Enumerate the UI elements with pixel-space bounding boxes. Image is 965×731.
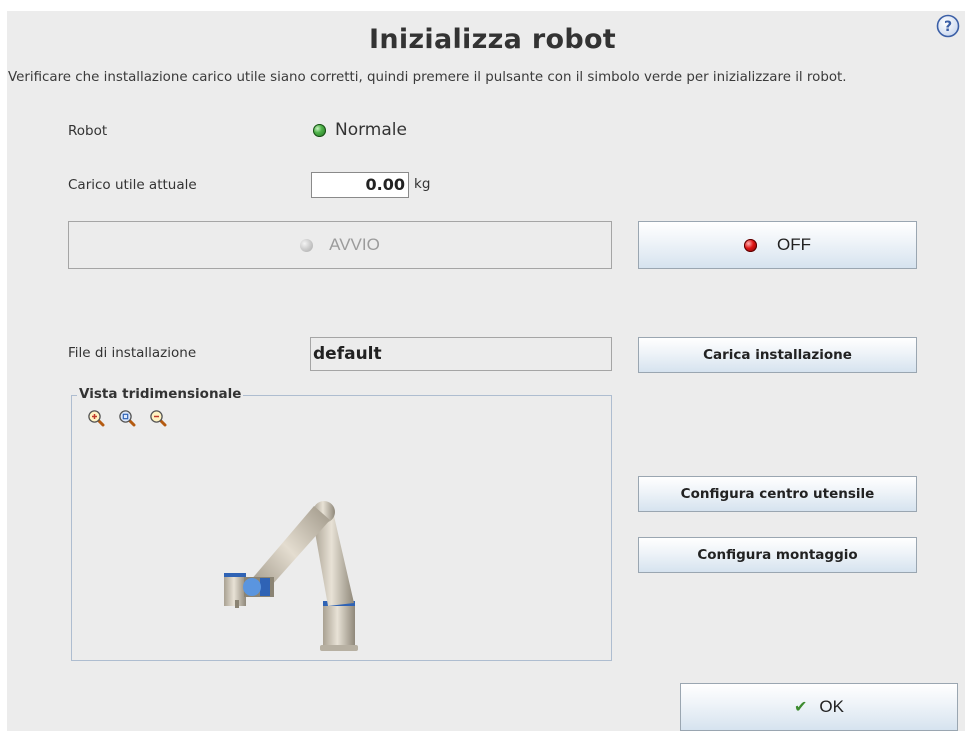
ok-button[interactable]: ✔ OK <box>680 683 958 731</box>
installation-label: File di installazione <box>68 345 197 361</box>
robot-status-text: Normale <box>335 120 407 140</box>
configure-mounting-button[interactable]: Configura montaggio <box>638 537 917 573</box>
start-button-label: AVVIO <box>329 235 380 254</box>
ok-button-label: OK <box>819 697 844 716</box>
svg-text:?: ? <box>944 19 952 35</box>
power-red-led-icon <box>744 238 757 252</box>
off-button[interactable]: OFF <box>638 221 917 269</box>
payload-label: Carico utile attuale <box>68 177 197 193</box>
status-gray-led-icon <box>300 238 314 252</box>
3d-view[interactable] <box>71 395 612 661</box>
zoom-in-icon[interactable] <box>87 409 105 427</box>
start-button[interactable]: AVVIO <box>68 221 612 269</box>
checkmark-icon: ✔ <box>794 699 808 716</box>
off-button-label: OFF <box>777 235 811 254</box>
robot-label: Robot <box>68 123 108 139</box>
installation-file-field: default <box>310 337 612 371</box>
status-green-led-icon <box>313 123 326 137</box>
page-title: Inizializza robot <box>368 24 617 55</box>
zoom-reset-icon[interactable] <box>118 409 136 427</box>
load-installation-button[interactable]: Carica installazione <box>638 337 917 373</box>
robot-status: Normale <box>313 120 407 140</box>
zoom-out-icon[interactable] <box>149 409 167 427</box>
help-icon[interactable]: ? <box>936 14 960 38</box>
instruction-text: Verificare che installazione carico util… <box>8 70 847 85</box>
payload-input[interactable]: 0.00 <box>311 172 409 198</box>
robot-arm-model <box>224 501 358 651</box>
configure-tcp-button[interactable]: Configura centro utensile <box>638 476 917 512</box>
3d-view-label: Vista tridimensionale <box>77 386 244 402</box>
payload-unit: kg <box>414 176 431 192</box>
